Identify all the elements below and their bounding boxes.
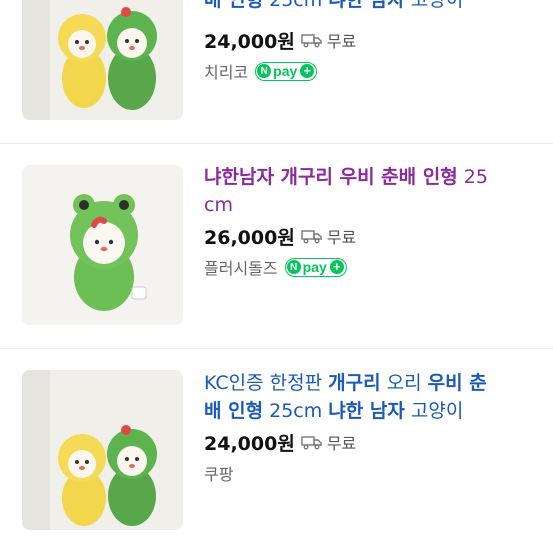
title-text: 25cm <box>263 0 329 11</box>
price: 24,000원 <box>204 30 295 53</box>
truck-icon <box>301 34 322 48</box>
seller-name[interactable]: 플러시돌즈 <box>204 255 278 279</box>
npay-label: pay <box>273 63 298 79</box>
title-keyword: 우비 춘 <box>427 372 487 394</box>
truck-icon <box>301 436 322 450</box>
listing-title[interactable]: 냐한남자 개구리 우비 춘배 인형 25 cm <box>204 163 534 219</box>
truck-icon <box>301 230 322 244</box>
title-keyword: 냐한 남자 <box>328 400 405 422</box>
frog-plush-image <box>22 165 183 325</box>
npay-label: pay <box>302 259 327 275</box>
title-text: cm <box>204 194 233 216</box>
title-keyword: 냐한남자 개구리 우비 춘배 인형 <box>204 166 458 188</box>
title-keyword: 배 인형 <box>204 400 264 422</box>
title-keyword: 배 인형 <box>204 0 264 11</box>
shipping-fee: 무료 <box>326 228 357 247</box>
listing-item[interactable]: 배 인형 25cm 냐한 남자 고양이 24,000원 무료 치리코 Npay + <box>0 0 553 140</box>
title-text: 25 <box>457 166 488 188</box>
title-text: 고양이 <box>404 400 464 422</box>
listing-item[interactable]: KC인증 한정판 개구리 오리 우비 춘 배 인형 25cm 냐한 남자 고양이… <box>0 349 553 553</box>
npay-icon: Npay + <box>255 61 318 81</box>
title-text: 고양이 <box>404 0 464 11</box>
product-thumbnail[interactable] <box>22 0 183 120</box>
listing-item[interactable]: 냐한남자 개구리 우비 춘배 인형 25 cm 26,000원 무료 플러시돌즈… <box>0 144 553 348</box>
title-text: 25cm <box>263 400 329 422</box>
listing-title[interactable]: 배 인형 25cm 냐한 남자 고양이 <box>204 0 534 14</box>
npay-n-mark: N <box>286 260 301 274</box>
title-keyword: 개구리 <box>328 372 381 394</box>
title-text: 오리 <box>380 372 428 394</box>
price: 24,000원 <box>204 432 295 455</box>
seller-name[interactable]: 쿠팡 <box>204 461 233 485</box>
product-thumbnail[interactable] <box>22 370 183 530</box>
plush-dolls-image <box>22 0 183 120</box>
shipping-fee: 무료 <box>326 32 357 51</box>
listing-title[interactable]: KC인증 한정판 개구리 오리 우비 춘 배 인형 25cm 냐한 남자 고양이 <box>204 369 534 425</box>
title-text: KC인증 한정판 <box>204 372 329 394</box>
npay-n-mark: N <box>257 64 272 78</box>
npay-plus-mark: + <box>300 64 315 78</box>
price: 26,000원 <box>204 226 295 249</box>
npay-plus-mark: + <box>329 260 344 274</box>
seller-name[interactable]: 치리코 <box>204 59 248 83</box>
shipping-fee: 무료 <box>326 434 357 453</box>
title-keyword: 냐한 남자 <box>328 0 405 11</box>
plush-dolls-image <box>22 370 183 530</box>
product-thumbnail[interactable] <box>22 165 183 325</box>
npay-icon: Npay + <box>284 257 347 277</box>
